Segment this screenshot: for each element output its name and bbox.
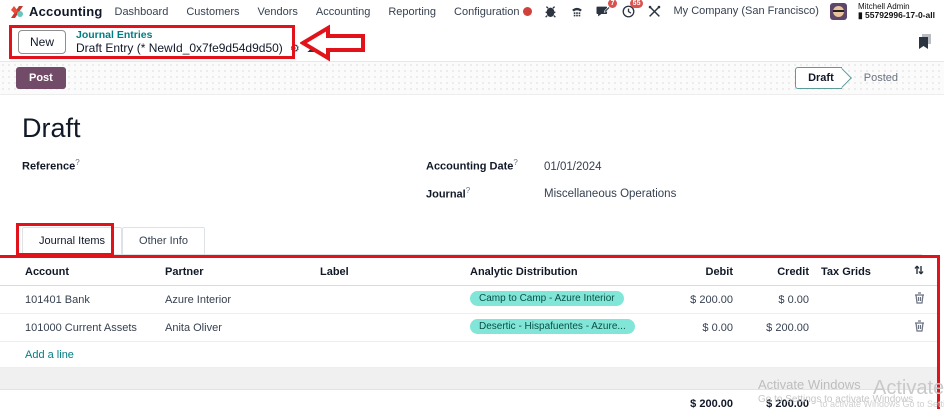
top-navbar: Accounting Dashboard Customers Vendors A… bbox=[0, 0, 944, 23]
cell-analytic: Camp to Camp - Azure Interior bbox=[470, 290, 655, 309]
help-mark: ? bbox=[513, 158, 518, 167]
accounting-date-input[interactable]: 01/01/2024 bbox=[544, 161, 602, 173]
table-header-row: Account Partner Label Analytic Distribut… bbox=[0, 258, 937, 287]
bug-icon[interactable] bbox=[543, 4, 558, 19]
messages-badge: 7 bbox=[607, 0, 618, 8]
col-debit[interactable]: Debit bbox=[655, 266, 734, 278]
navbar-systray: 7 55 My Company (San Francisco) Mitchell… bbox=[523, 0, 935, 21]
accounting-date-label: Accounting Date? bbox=[426, 158, 518, 173]
col-account[interactable]: Account bbox=[25, 266, 165, 278]
cell-partner[interactable]: Azure Interior bbox=[165, 294, 320, 306]
journal-label: Journal? bbox=[426, 185, 471, 201]
col-tax-grids[interactable]: Tax Grids bbox=[809, 266, 913, 278]
tab-other-info[interactable]: Other Info bbox=[122, 227, 205, 255]
cell-debit[interactable]: $ 0.00 bbox=[655, 322, 733, 334]
notebook-tabs: Journal Items Other Info bbox=[16, 223, 922, 257]
table-spacer bbox=[0, 368, 937, 391]
new-button[interactable]: New bbox=[18, 30, 67, 54]
menu-vendors[interactable]: Vendors bbox=[258, 6, 298, 18]
breadcrumb-journal-entries-link[interactable]: Journal Entries bbox=[76, 29, 334, 42]
cell-credit[interactable]: $ 0.00 bbox=[733, 294, 809, 306]
odoo-accounting-logo[interactable]: Accounting bbox=[10, 4, 103, 19]
total-credit: $ 200.00 bbox=[766, 397, 809, 409]
app-name: Accounting bbox=[29, 4, 103, 19]
cell-account[interactable]: 101401 Bank bbox=[25, 294, 165, 306]
field-zone: Reference? Accounting Date? 01/01/2024 J… bbox=[0, 158, 944, 213]
stage-draft[interactable]: Draft bbox=[795, 67, 842, 89]
main-area: Draft Reference? Accounting Date? 01/01/… bbox=[0, 95, 944, 409]
attachments-bookmark-icon[interactable] bbox=[918, 34, 932, 49]
stage-posted[interactable]: Posted bbox=[852, 68, 910, 88]
record-title: Draft bbox=[22, 113, 81, 143]
help-mark: ? bbox=[465, 185, 471, 195]
cell-debit[interactable]: $ 200.00 bbox=[655, 294, 733, 306]
total-debit: $ 200.00 bbox=[690, 397, 733, 409]
table-row[interactable]: 101000 Current Assets Anita Oliver Deser… bbox=[0, 314, 937, 343]
add-line-row: Add a line bbox=[0, 342, 937, 369]
user-build-info: ▮ 55792996-17-0-all bbox=[857, 10, 935, 21]
breadcrumb: Journal Entries Draft Entry (* NewId_0x7… bbox=[76, 29, 334, 56]
gear-actions-icon[interactable]: ⚙ bbox=[290, 43, 300, 54]
reference-label: Reference? bbox=[22, 158, 80, 173]
control-panel: New Journal Entries Draft Entry (* NewId… bbox=[0, 23, 944, 62]
analytic-tag[interactable]: Camp to Camp - Azure Interior bbox=[470, 290, 624, 306]
tools-icon[interactable] bbox=[647, 4, 662, 19]
activities-clock-icon[interactable]: 55 bbox=[621, 0, 644, 19]
form-statusbar: Post Draft Posted bbox=[0, 62, 944, 95]
delete-row-icon[interactable] bbox=[914, 320, 925, 335]
company-switcher[interactable]: My Company (San Francisco) bbox=[673, 5, 819, 17]
optional-columns-icon[interactable] bbox=[913, 264, 925, 279]
breadcrumb-current-record: Draft Entry (* NewId_0x7fe9d54d9d50) bbox=[76, 41, 283, 56]
post-button[interactable]: Post bbox=[16, 67, 66, 89]
activities-badge: 55 bbox=[629, 0, 644, 8]
record-indicator-icon bbox=[523, 6, 533, 16]
avatar-glasses bbox=[832, 9, 844, 12]
col-credit[interactable]: Credit bbox=[733, 266, 809, 278]
col-analytic-distribution[interactable]: Analytic Distribution bbox=[470, 266, 655, 278]
tab-journal-items[interactable]: Journal Items bbox=[22, 227, 123, 255]
messages-icon[interactable]: 7 bbox=[595, 0, 618, 19]
state-widget: Draft Posted bbox=[795, 67, 910, 89]
phone-icon[interactable] bbox=[569, 4, 584, 19]
menu-accounting[interactable]: Accounting bbox=[316, 6, 370, 18]
delete-row-icon[interactable] bbox=[914, 292, 925, 307]
cell-credit[interactable]: $ 200.00 bbox=[733, 322, 809, 334]
help-mark: ? bbox=[75, 158, 80, 167]
cell-account[interactable]: 101000 Current Assets bbox=[25, 322, 165, 334]
annotation-arrow-left bbox=[300, 24, 365, 62]
user-menu[interactable]: Mitchell Admin ▮ 55792996-17-0-all bbox=[858, 2, 935, 21]
journal-input[interactable]: Miscellaneous Operations bbox=[544, 188, 676, 200]
menu-customers[interactable]: Customers bbox=[186, 6, 239, 18]
main-menu: Dashboard Customers Vendors Accounting R… bbox=[115, 6, 520, 18]
menu-configuration[interactable]: Configuration bbox=[454, 6, 519, 18]
user-avatar[interactable] bbox=[829, 2, 847, 20]
app-logo-icon bbox=[11, 5, 23, 18]
add-a-line-link[interactable]: Add a line bbox=[25, 349, 74, 361]
cell-partner[interactable]: Anita Oliver bbox=[165, 322, 320, 334]
form-sheet: Draft Reference? Accounting Date? 01/01/… bbox=[0, 95, 944, 409]
col-label[interactable]: Label bbox=[320, 266, 470, 278]
analytic-tag[interactable]: Desertic - Hispafuentes - Azure... bbox=[470, 318, 635, 334]
journal-items-table: Account Partner Label Analytic Distribut… bbox=[0, 255, 940, 409]
menu-dashboard[interactable]: Dashboard bbox=[115, 6, 169, 18]
totals-row: $ 200.00 $ 200.00 bbox=[0, 390, 937, 409]
col-partner[interactable]: Partner bbox=[165, 266, 320, 278]
table-row[interactable]: 101401 Bank Azure Interior Camp to Camp … bbox=[0, 286, 937, 315]
cell-analytic: Desertic - Hispafuentes - Azure... bbox=[470, 318, 655, 337]
menu-reporting[interactable]: Reporting bbox=[388, 6, 436, 18]
